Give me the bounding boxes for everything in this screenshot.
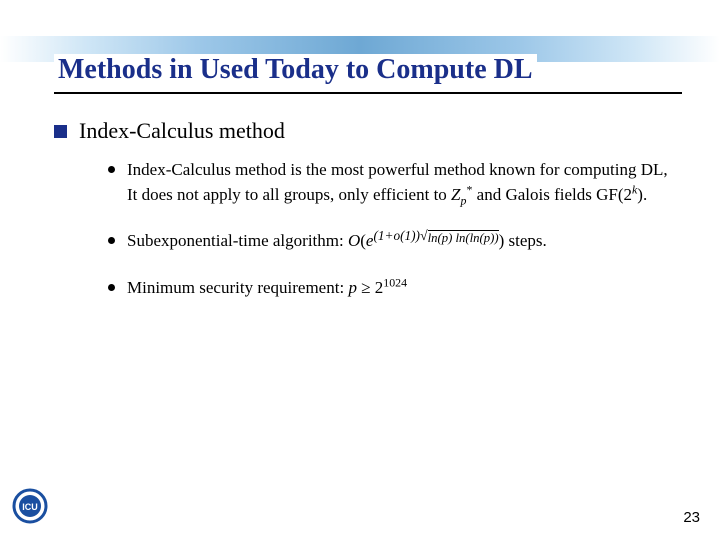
- var-Z: Z: [451, 185, 460, 204]
- text-fragment: steps.: [504, 231, 547, 250]
- icu-logo: ICU: [12, 488, 48, 524]
- title-underline: [54, 92, 682, 94]
- title-block: Methods in Used Today to Compute DL: [54, 54, 680, 94]
- exponent-expression: (1+o(1))√ln(p) ln(ln(p)): [373, 228, 498, 243]
- logo-text: ICU: [22, 502, 38, 512]
- text-fragment: ).: [637, 185, 647, 204]
- dot-bullet-icon: [108, 284, 115, 291]
- text-fragment: Subexponential-time algorithm:: [127, 231, 348, 250]
- list-item: Subexponential-time algorithm: O(e(1+o(1…: [108, 229, 680, 254]
- page-number: 23: [683, 509, 700, 526]
- var-p: p: [348, 278, 357, 297]
- heading-row: Index-Calculus method: [54, 118, 682, 144]
- bullet-3-text: Minimum security requirement: p ≥ 21024: [127, 276, 680, 301]
- bullet-2-text: Subexponential-time algorithm: O(e(1+o(1…: [127, 229, 680, 254]
- content-area: Index-Calculus method Index-Calculus met…: [0, 118, 720, 323]
- radical-icon: √: [420, 230, 428, 244]
- list-item: Index-Calculus method is the most powerf…: [108, 158, 680, 207]
- exp-frag: (1+: [373, 228, 393, 243]
- text-fragment: and Galois fields GF(2: [472, 185, 632, 204]
- heading-text: Index-Calculus method: [79, 118, 285, 144]
- list-item: Minimum security requirement: p ≥ 21024: [108, 276, 680, 301]
- dot-bullet-icon: [108, 166, 115, 173]
- slide-title: Methods in Used Today to Compute DL: [54, 54, 537, 86]
- radicand: ln(p) ln(ln(p)): [428, 230, 499, 245]
- text-fragment: Minimum security requirement:: [127, 278, 348, 297]
- exp-frag: (1)): [400, 228, 420, 243]
- sqrt-expression: √ln(p) ln(ln(p)): [420, 230, 499, 245]
- dot-bullet-icon: [108, 237, 115, 244]
- big-O: O: [348, 231, 360, 250]
- square-bullet-icon: [54, 125, 67, 138]
- superscript-1024: 1024: [383, 275, 407, 289]
- bullet-1-text: Index-Calculus method is the most powerf…: [127, 158, 680, 207]
- geq-2: ≥ 2: [357, 278, 383, 297]
- subbullet-list: Index-Calculus method is the most powerf…: [108, 158, 680, 301]
